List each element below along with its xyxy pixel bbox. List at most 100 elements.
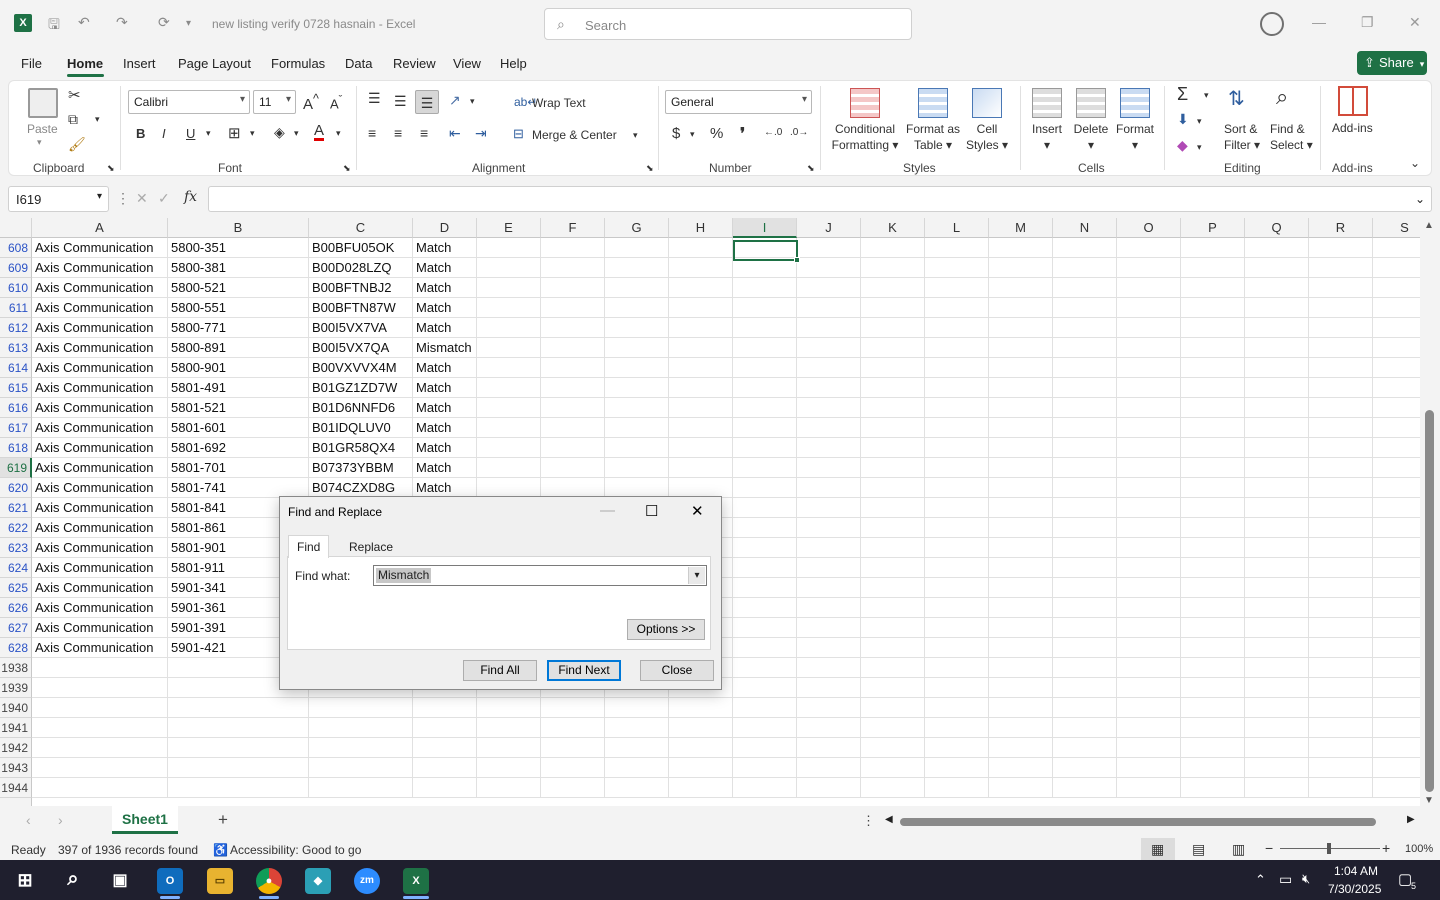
cell-empty[interactable] [797, 638, 861, 658]
cell-d[interactable]: Match [413, 478, 477, 498]
cell-a[interactable]: Axis Communication [32, 238, 168, 258]
vertical-scroll-thumb[interactable] [1425, 410, 1434, 792]
cell-empty[interactable] [989, 598, 1053, 618]
delete-cells-icon[interactable] [1076, 88, 1106, 118]
cell-empty[interactable] [1053, 778, 1117, 798]
cell-empty[interactable] [989, 238, 1053, 258]
cell-empty[interactable] [925, 678, 989, 698]
chevron-down-icon[interactable]: ▾ [470, 96, 475, 107]
confirm-entry-icon[interactable]: ✓ [158, 190, 170, 207]
align-right-icon[interactable]: ≡ [420, 125, 428, 141]
dialog-maximize-icon[interactable]: ☐ [645, 502, 658, 520]
cell-empty[interactable] [1053, 658, 1117, 678]
cell-empty[interactable] [1181, 698, 1245, 718]
cell-empty[interactable] [1053, 698, 1117, 718]
cell-empty[interactable] [989, 458, 1053, 478]
cell-empty[interactable] [989, 558, 1053, 578]
cell-empty[interactable] [1181, 778, 1245, 798]
tab-find[interactable]: Find [288, 535, 330, 558]
font-size-select[interactable]: 11 ▾ [253, 90, 296, 114]
cell-empty[interactable] [541, 358, 605, 378]
cell-empty[interactable] [797, 658, 861, 678]
cell-empty[interactable] [1373, 478, 1420, 498]
cell-empty[interactable] [477, 398, 541, 418]
cell-empty[interactable] [1309, 658, 1373, 678]
cell-empty[interactable] [1117, 778, 1181, 798]
save-icon[interactable]: 🖫 [48, 14, 60, 38]
cell-empty[interactable] [1181, 298, 1245, 318]
cell-empty[interactable] [733, 718, 797, 738]
cell-b[interactable]: 5800-771 [168, 318, 309, 338]
cell-empty[interactable] [989, 658, 1053, 678]
cell-empty[interactable] [605, 238, 669, 258]
cell-empty[interactable] [541, 298, 605, 318]
cell-empty[interactable] [1053, 558, 1117, 578]
cell-empty[interactable] [1309, 378, 1373, 398]
cell-empty[interactable] [477, 778, 541, 798]
cell-b[interactable]: 5801-601 [168, 418, 309, 438]
cell-empty[interactable] [669, 478, 733, 498]
cell-empty[interactable] [541, 758, 605, 778]
cell-a[interactable]: Axis Communication [32, 298, 168, 318]
cell-empty[interactable] [861, 518, 925, 538]
column-header-h[interactable]: H [669, 218, 733, 238]
cell-a[interactable]: Axis Communication [32, 598, 168, 618]
row-header[interactable]: 616 [0, 398, 32, 418]
font-name-select[interactable]: Calibri ▾ [128, 90, 250, 114]
tab-page-layout[interactable]: Page Layout [178, 56, 251, 71]
cell-empty[interactable] [1053, 578, 1117, 598]
row-header[interactable]: 1944 [0, 778, 32, 798]
insert-function-icon[interactable]: fx [184, 189, 197, 205]
cell-empty[interactable] [669, 418, 733, 438]
account-avatar[interactable] [1260, 12, 1284, 36]
cell-empty[interactable] [1117, 298, 1181, 318]
cell-empty[interactable] [797, 458, 861, 478]
cell-c[interactable] [309, 738, 413, 758]
cell-empty[interactable] [925, 658, 989, 678]
cell-a[interactable] [32, 718, 168, 738]
zoom-slider-knob[interactable] [1327, 843, 1331, 854]
cell-empty[interactable] [1309, 278, 1373, 298]
cell-empty[interactable] [541, 778, 605, 798]
borders-icon[interactable]: ⊞ [228, 124, 241, 142]
cell-empty[interactable] [925, 618, 989, 638]
cell-empty[interactable] [1117, 498, 1181, 518]
cell-empty[interactable] [733, 598, 797, 618]
cell-empty[interactable] [1245, 438, 1309, 458]
cell-empty[interactable] [1181, 558, 1245, 578]
cell-empty[interactable] [733, 378, 797, 398]
row-header[interactable]: 1941 [0, 718, 32, 738]
cell-empty[interactable] [925, 638, 989, 658]
autosum-icon[interactable]: Σ [1177, 84, 1188, 105]
cell-b[interactable]: 5801-741 [168, 478, 309, 498]
cancel-entry-icon[interactable]: ✕ [136, 190, 148, 207]
decrease-font-icon[interactable]: Aˇ [330, 94, 342, 111]
cell-empty[interactable] [925, 778, 989, 798]
cell-empty[interactable] [1117, 438, 1181, 458]
cell-d[interactable]: Match [413, 238, 477, 258]
cell-empty[interactable] [1245, 638, 1309, 658]
chevron-down-icon[interactable]: ▾ [336, 128, 341, 139]
cell-empty[interactable] [1117, 658, 1181, 678]
cell-empty[interactable] [1245, 298, 1309, 318]
cell-empty[interactable] [797, 558, 861, 578]
cell-empty[interactable] [1245, 558, 1309, 578]
cell-empty[interactable] [1309, 398, 1373, 418]
cell-empty[interactable] [733, 678, 797, 698]
copy-icon[interactable]: ⧉ [68, 111, 78, 128]
cell-empty[interactable] [1053, 478, 1117, 498]
cell-empty[interactable] [925, 738, 989, 758]
cell-empty[interactable] [1245, 458, 1309, 478]
cell-empty[interactable] [797, 438, 861, 458]
cell-a[interactable]: Axis Communication [32, 638, 168, 658]
cell-empty[interactable] [1053, 278, 1117, 298]
chevron-down-icon[interactable]: ▾ [1197, 142, 1202, 153]
cell-empty[interactable] [541, 718, 605, 738]
cell-empty[interactable] [477, 458, 541, 478]
cell-c[interactable]: B00I5VX7QA [309, 338, 413, 358]
font-color-icon[interactable]: A [314, 123, 325, 141]
cell-empty[interactable] [1373, 458, 1420, 478]
column-header-f[interactable]: F [541, 218, 605, 238]
cell-empty[interactable] [1309, 738, 1373, 758]
tab-view[interactable]: View [453, 56, 481, 71]
